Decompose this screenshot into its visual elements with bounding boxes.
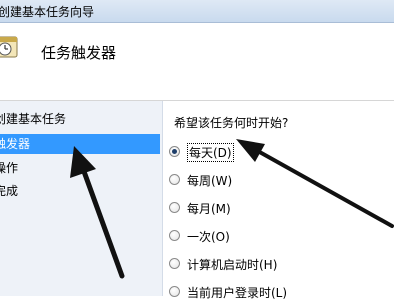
sidebar-item-label: 完成: [0, 184, 19, 198]
option-label: 计算机启动时(H): [187, 258, 278, 272]
option-label: 每周(W): [187, 174, 233, 188]
page-header: 任务触发器: [0, 23, 394, 101]
sidebar-item-label: 触发器: [0, 137, 31, 151]
sidebar-item-label: 创建基本任务: [0, 112, 67, 126]
option-label: 当前用户登录时(L): [187, 286, 288, 300]
page-title: 任务触发器: [41, 44, 117, 62]
window-titlebar: 创建基本任务向导: [0, 0, 394, 23]
wizard-steps-sidebar: 创建基本任务 触发器 操作 完成: [0, 101, 163, 296]
trigger-question: 希望该任务何时开始?: [174, 116, 289, 130]
sidebar-item-trigger[interactable]: 触发器: [0, 134, 160, 154]
sidebar-item-action[interactable]: 操作: [0, 158, 18, 178]
radio-button[interactable]: [169, 230, 180, 241]
sidebar-item-label: 操作: [0, 161, 19, 175]
sidebar-item-finish[interactable]: 完成: [0, 181, 18, 201]
radio-button[interactable]: [169, 286, 180, 297]
radio-button[interactable]: [169, 174, 180, 185]
option-label: 每月(M): [187, 202, 231, 216]
option-label: 一次(O): [187, 230, 230, 244]
option-label: 每天(D): [187, 143, 234, 162]
task-scheduler-clock-icon: [0, 36, 18, 58]
window-title: 创建基本任务向导: [0, 5, 95, 19]
radio-button[interactable]: [169, 202, 180, 213]
radio-button[interactable]: [169, 258, 180, 269]
sidebar-item-create-basic-task[interactable]: 创建基本任务: [0, 109, 66, 129]
radio-button[interactable]: [169, 146, 180, 157]
trigger-panel: 希望该任务何时开始? 每天(D) 每周(W) 每月(M) 一次(O) 计算机启动…: [163, 101, 394, 300]
